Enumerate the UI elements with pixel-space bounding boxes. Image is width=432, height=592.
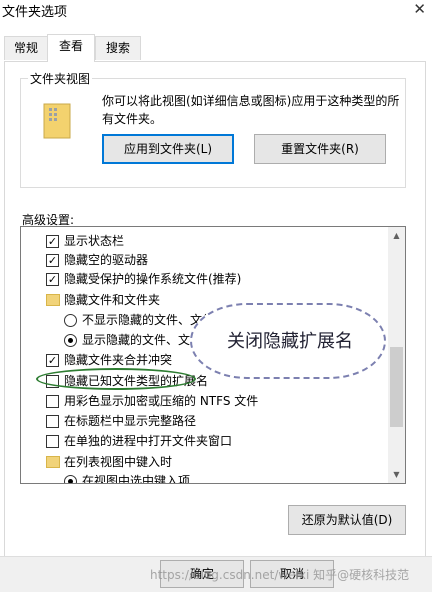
folder-view-icon	[43, 103, 71, 139]
radio-checked[interactable]	[64, 475, 77, 483]
checkbox-unchecked[interactable]	[46, 395, 59, 408]
checkbox-unchecked[interactable]	[46, 435, 59, 448]
radio-unchecked[interactable]	[64, 314, 77, 327]
scroll-up-icon[interactable]: ▲	[388, 227, 405, 244]
watermark-text: https://blog.csdn.net/weixi 知乎@硬核科技范	[150, 568, 410, 582]
restore-defaults-button[interactable]: 还原为默认值(D)	[288, 505, 406, 535]
scrollbar-thumb[interactable]	[390, 347, 403, 427]
radio-checked[interactable]	[64, 334, 77, 347]
folder-icon	[46, 456, 60, 468]
checkbox-checked[interactable]: ✓	[46, 273, 59, 286]
annotation-text: 关闭隐藏扩展名	[227, 331, 353, 352]
apply-to-folders-button[interactable]: 应用到文件夹(L)	[102, 134, 234, 164]
folder-icon	[46, 294, 60, 306]
vertical-scrollbar[interactable]: ▲ ▼	[388, 227, 405, 483]
tab-general[interactable]: 常规	[4, 36, 48, 60]
close-icon[interactable]: ✕	[413, 0, 426, 18]
checkbox-checked[interactable]: ✓	[46, 354, 59, 367]
tab-view[interactable]: 查看	[47, 34, 95, 62]
folder-views-heading: 文件夹视图	[28, 70, 93, 87]
tab-search[interactable]: 搜索	[95, 36, 141, 60]
annotation-bubble: 关闭隐藏扩展名	[190, 303, 386, 379]
checkbox-unchecked[interactable]	[46, 415, 59, 428]
folder-views-description: 你可以将此视图(如详细信息或图标)应用于这种类型的所有文件夹。	[102, 94, 400, 126]
checkbox-checked[interactable]: ✓	[46, 254, 59, 267]
reset-folders-button[interactable]: 重置文件夹(R)	[254, 134, 386, 164]
window-title: 文件夹选项	[2, 5, 68, 20]
title-bar: 文件夹选项 ✕	[0, 0, 432, 24]
scroll-down-icon[interactable]: ▼	[388, 466, 405, 483]
checkbox-checked[interactable]: ✓	[46, 235, 59, 248]
highlight-ellipse	[36, 368, 196, 390]
